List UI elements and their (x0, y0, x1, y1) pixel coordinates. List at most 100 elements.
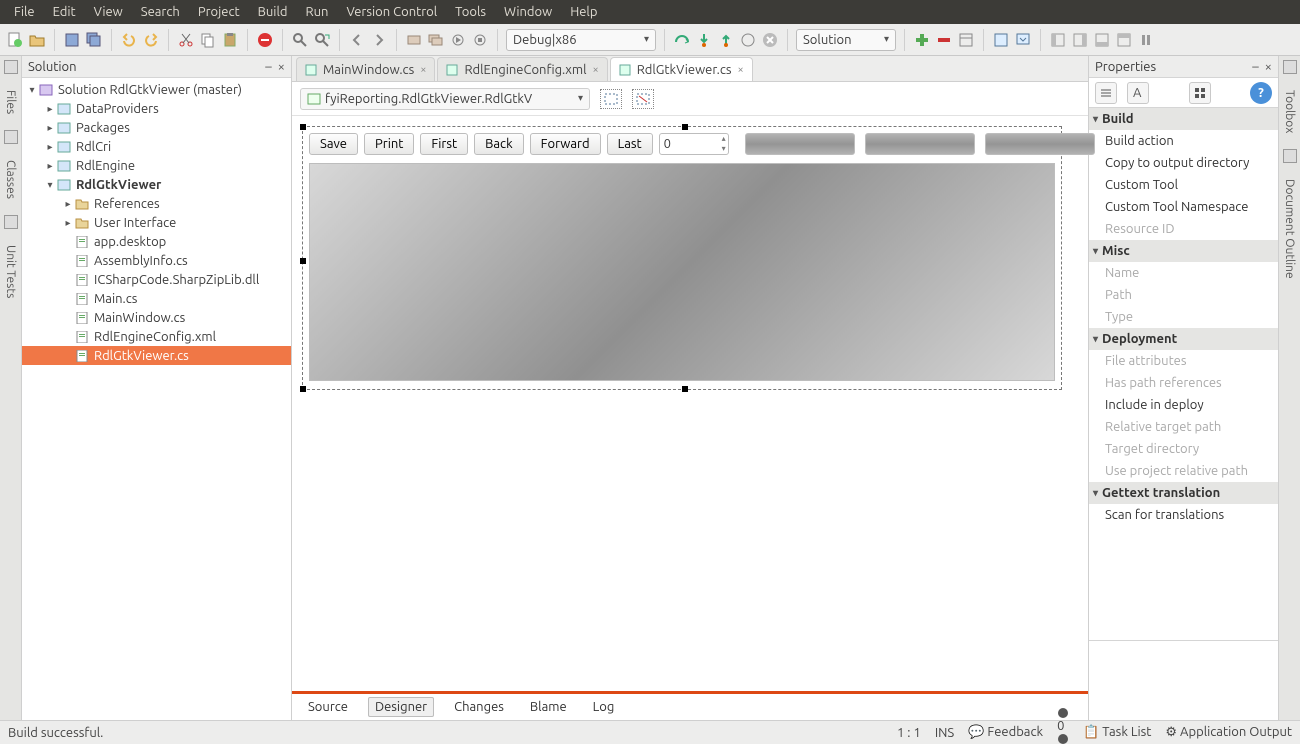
add-icon[interactable] (913, 31, 931, 49)
tree-node[interactable]: ▸References (22, 194, 291, 213)
nav-fwd-icon[interactable] (370, 31, 388, 49)
gutter-label-files[interactable]: Files (4, 88, 17, 116)
close-tab-icon[interactable]: × (592, 64, 598, 76)
designer-surface[interactable]: SavePrintFirstBackForwardLast0▴▾ (292, 116, 1088, 691)
bottom-tab-source[interactable]: Source (302, 698, 354, 716)
designer-canvas[interactable]: SavePrintFirstBackForwardLast0▴▾ (302, 126, 1062, 390)
feedback-button[interactable]: 💬 Feedback (968, 725, 1043, 740)
menu-version-control[interactable]: Version Control (338, 2, 445, 22)
tree-node[interactable]: AssemblyInfo.cs (22, 251, 291, 270)
menu-tools[interactable]: Tools (447, 2, 494, 22)
paste-icon[interactable] (221, 31, 239, 49)
solution-tree[interactable]: ▾Solution RdlGtkViewer (master)▸DataProv… (22, 78, 291, 720)
editor-tab[interactable]: RdlGtkViewer.cs× (610, 57, 753, 81)
property-row[interactable]: Resource ID (1089, 218, 1278, 240)
minimize-icon[interactable]: – (265, 60, 271, 74)
close-tab-icon[interactable]: × (738, 64, 744, 76)
bottom-tab-log[interactable]: Log (587, 698, 621, 716)
close-tab-icon[interactable]: × (420, 64, 426, 76)
resize-handle[interactable] (682, 386, 688, 392)
property-row[interactable]: Relative target path (1089, 416, 1278, 438)
step-into-icon[interactable] (695, 31, 713, 49)
minimize-icon[interactable]: – (1252, 60, 1258, 74)
property-row[interactable]: Copy to output directory (1089, 152, 1278, 174)
property-row[interactable]: Has path references (1089, 372, 1278, 394)
property-row[interactable]: Custom Tool Namespace (1089, 196, 1278, 218)
application-output-button[interactable]: ⚙ Application Output (1165, 725, 1292, 740)
tree-node[interactable]: ▸RdlCri (22, 137, 291, 156)
menu-view[interactable]: View (86, 2, 131, 22)
property-row[interactable]: Target directory (1089, 438, 1278, 460)
resize-handle[interactable] (300, 124, 306, 130)
remove-icon[interactable] (935, 31, 953, 49)
scope-combo[interactable]: Solution (796, 29, 896, 51)
dock-left-icon[interactable] (1049, 31, 1067, 49)
gutter-icon[interactable] (1283, 149, 1297, 163)
menu-project[interactable]: Project (190, 2, 248, 22)
property-group-header[interactable]: Build (1089, 108, 1278, 130)
property-row[interactable]: Include in deploy (1089, 394, 1278, 416)
resize-handle[interactable] (300, 258, 306, 264)
alphabetical-icon[interactable]: A (1127, 82, 1149, 104)
menu-window[interactable]: Window (496, 2, 560, 22)
config-combo[interactable]: Debug|x86 (506, 29, 656, 51)
page-number-input[interactable]: 0▴▾ (659, 133, 729, 155)
dock-right-icon[interactable] (1071, 31, 1089, 49)
gutter-label-classes[interactable]: Classes (4, 158, 17, 201)
property-row[interactable]: File attributes (1089, 350, 1278, 372)
property-row[interactable]: Build action (1089, 130, 1278, 152)
tree-node[interactable]: RdlGtkViewer.cs (22, 346, 291, 365)
debug-icon[interactable] (471, 31, 489, 49)
last-button[interactable]: Last (607, 133, 653, 155)
breadcrumb-combo[interactable]: fyiReporting.RdlGtkViewer.RdlGtkV (300, 88, 590, 110)
dock-bottom-icon[interactable] (1093, 31, 1111, 49)
tree-node[interactable]: ICSharpCode.SharpZipLib.dll (22, 270, 291, 289)
menu-search[interactable]: Search (133, 2, 188, 22)
gutter-label-toolbox[interactable]: Toolbox (1283, 88, 1296, 135)
property-row[interactable]: Use project relative path (1089, 460, 1278, 482)
gutter-icon[interactable] (4, 215, 18, 229)
step-over-icon[interactable] (673, 31, 691, 49)
build-icon[interactable] (405, 31, 423, 49)
menu-run[interactable]: Run (297, 2, 336, 22)
resize-handle[interactable] (682, 124, 688, 130)
nav-back-icon[interactable] (348, 31, 366, 49)
tree-node[interactable]: ▾RdlGtkViewer (22, 175, 291, 194)
gutter-icon[interactable] (4, 130, 18, 144)
tree-node[interactable]: Main.cs (22, 289, 291, 308)
run-icon[interactable] (449, 31, 467, 49)
dropdown-icon[interactable] (1014, 31, 1032, 49)
editor-tab[interactable]: RdlEngineConfig.xml× (437, 57, 607, 81)
gutter-label-unit-tests[interactable]: Unit Tests (4, 243, 17, 300)
find-icon[interactable] (291, 31, 309, 49)
help-icon[interactable]: ? (1250, 82, 1272, 104)
property-row[interactable]: Custom Tool (1089, 174, 1278, 196)
categorized-icon[interactable] (1095, 82, 1117, 104)
property-row[interactable]: Name (1089, 262, 1278, 284)
property-row[interactable]: Scan for translations (1089, 504, 1278, 526)
editor-tab[interactable]: MainWindow.cs× (296, 57, 435, 81)
gutter-label-document-outline[interactable]: Document Outline (1283, 177, 1296, 281)
solution-root[interactable]: ▾Solution RdlGtkViewer (master) (22, 80, 291, 99)
tree-node[interactable]: app.desktop (22, 232, 291, 251)
redo-icon[interactable] (142, 31, 160, 49)
layout-icon[interactable] (957, 31, 975, 49)
back-button[interactable]: Back (474, 133, 524, 155)
replace-icon[interactable] (313, 31, 331, 49)
tree-node[interactable]: ▸DataProviders (22, 99, 291, 118)
deselect-icon[interactable] (632, 89, 654, 109)
blank-button[interactable] (745, 133, 855, 155)
close-icon[interactable]: × (1265, 60, 1272, 74)
tree-node[interactable]: MainWindow.cs (22, 308, 291, 327)
new-file-icon[interactable] (6, 31, 24, 49)
resize-handle[interactable] (300, 386, 306, 392)
print-button[interactable]: Print (364, 133, 414, 155)
menu-help[interactable]: Help (562, 2, 605, 22)
tree-node[interactable]: ▸User Interface (22, 213, 291, 232)
grid-icon[interactable] (1189, 82, 1211, 104)
task-list-button[interactable]: 📋 Task List (1083, 725, 1151, 740)
property-group-header[interactable]: Deployment (1089, 328, 1278, 350)
tree-node[interactable]: ▸Packages (22, 118, 291, 137)
dock-top-icon[interactable] (1115, 31, 1133, 49)
menu-file[interactable]: File (6, 2, 43, 22)
